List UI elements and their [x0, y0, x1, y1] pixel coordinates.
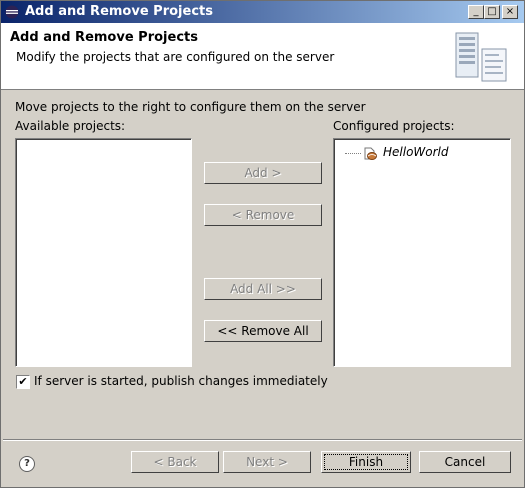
- header-title: Add and Remove Projects: [10, 30, 198, 45]
- add-button[interactable]: Add >: [204, 162, 322, 184]
- window-title: Add and Remove Projects: [25, 4, 213, 19]
- cancel-button[interactable]: Cancel: [419, 451, 511, 473]
- project-name: HelloWorld: [383, 145, 449, 159]
- tree-connector: [345, 153, 361, 154]
- available-projects-list[interactable]: [15, 138, 192, 367]
- add-remove-projects-dialog: Add and Remove Projects _ □ × Add and Re…: [0, 0, 525, 488]
- finish-button[interactable]: Finish: [321, 451, 411, 473]
- configured-projects-label: Configured projects:: [333, 119, 455, 133]
- next-button[interactable]: Next >: [223, 451, 311, 473]
- title-bar: Add and Remove Projects _ □ ×: [1, 1, 524, 23]
- footer-separator: [3, 439, 522, 441]
- publish-checkbox-label: If server is started, publish changes im…: [34, 374, 328, 388]
- help-icon[interactable]: ?: [19, 456, 35, 472]
- header-description: Modify the projects that are configured …: [16, 50, 335, 64]
- minimize-button[interactable]: _: [468, 5, 484, 19]
- instructions-text: Move projects to the right to configure …: [15, 100, 366, 114]
- remove-all-button[interactable]: << Remove All: [204, 320, 322, 342]
- configured-projects-list[interactable]: HelloWorld: [333, 138, 511, 367]
- close-button[interactable]: ×: [502, 5, 518, 19]
- wizard-header: Add and Remove Projects Modify the proje…: [1, 23, 524, 90]
- maximize-button[interactable]: □: [484, 5, 500, 19]
- web-project-icon: [364, 147, 377, 160]
- eclipse-icon: [5, 5, 19, 19]
- remove-button[interactable]: < Remove: [204, 204, 322, 226]
- server-wizard-icon: [455, 32, 507, 82]
- back-button[interactable]: < Back: [131, 451, 219, 473]
- add-all-button[interactable]: Add All >>: [204, 278, 322, 300]
- publish-checkbox[interactable]: ✔: [16, 375, 30, 389]
- available-projects-label: Available projects:: [15, 119, 126, 133]
